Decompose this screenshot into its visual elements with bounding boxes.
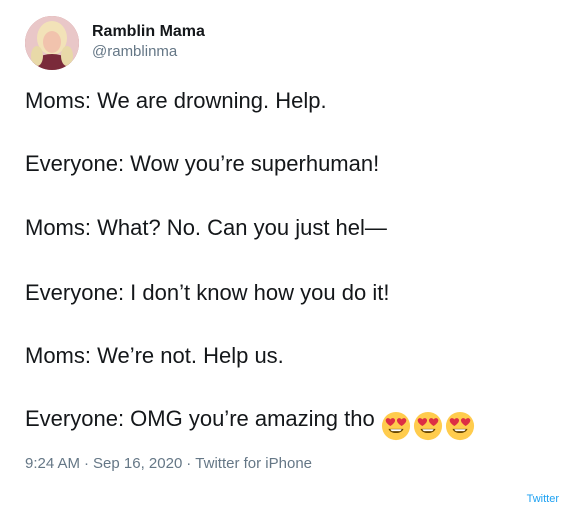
tweet-line: Everyone: Wow you’re superhuman! bbox=[25, 151, 380, 176]
heart-eyes-emoji-icon bbox=[413, 411, 442, 441]
author-handle[interactable]: @ramblinma bbox=[92, 43, 177, 61]
tweet-line: Moms: We’re not. Help us. bbox=[25, 343, 284, 368]
heart-eyes-emoji-icon bbox=[381, 411, 410, 441]
tweet-line: Moms: We are drowning. Help. bbox=[25, 88, 327, 113]
tweet-line-text: Everyone: OMG you’re amazing tho bbox=[25, 406, 375, 431]
tweet-time[interactable]: 9:24 AM bbox=[25, 455, 80, 472]
tweet-date[interactable]: Sep 16, 2020 bbox=[93, 455, 182, 472]
avatar[interactable] bbox=[25, 16, 79, 70]
meta-separator: · bbox=[84, 455, 90, 472]
tweet-meta: 9:24 AM · Sep 16, 2020 · Twitter for iPhone bbox=[25, 454, 312, 474]
tweet-card: Ramblin Mama @ramblinma Moms: We are dro… bbox=[0, 0, 575, 513]
avatar-image bbox=[25, 16, 79, 70]
tweet-client[interactable]: Twitter for iPhone bbox=[195, 455, 312, 472]
source-link[interactable]: Twitter bbox=[527, 492, 559, 506]
tweet-line: Everyone: I don’t know how you do it! bbox=[25, 280, 390, 305]
emoji-group bbox=[381, 411, 477, 441]
tweet-line: Moms: What? No. Can you just hel— bbox=[25, 215, 387, 240]
author-name[interactable]: Ramblin Mama bbox=[92, 22, 205, 42]
heart-eyes-emoji-icon bbox=[445, 411, 474, 441]
meta-separator: · bbox=[186, 455, 192, 472]
tweet-line-last: Everyone: OMG you’re amazing tho bbox=[25, 405, 477, 441]
